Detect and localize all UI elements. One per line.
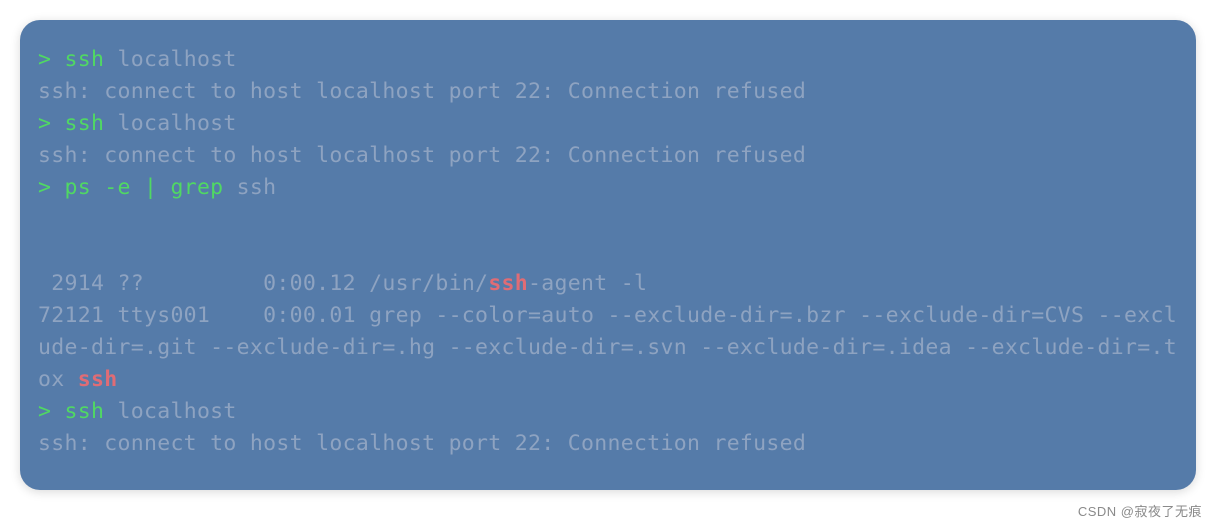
cmd-arg: localhost xyxy=(104,399,236,424)
grep-match: ssh xyxy=(78,367,118,392)
cmd-arg: localhost xyxy=(104,111,236,136)
cmd-arg: localhost xyxy=(104,47,236,72)
cmd-green: ssh xyxy=(65,47,105,72)
stdout-line: ssh: connect to host localhost port 22: … xyxy=(38,431,806,456)
cmd-arg: ssh xyxy=(223,175,276,200)
stdout-line: ssh: connect to host localhost port 22: … xyxy=(38,79,806,104)
cmd-green: ssh xyxy=(65,111,105,136)
watermark-text: CSDN @寂夜了无痕 xyxy=(1078,501,1202,520)
terminal-window[interactable]: > ssh localhost ssh: connect to host loc… xyxy=(20,20,1196,490)
prompt: > xyxy=(38,47,51,72)
prompt: > xyxy=(38,175,51,200)
ps-line-post: -agent -l xyxy=(528,271,647,296)
cmd-green: ps -e | grep xyxy=(65,175,224,200)
ps-line-wrap: 72121 ttys001 0:00.01 grep --color=auto … xyxy=(38,303,1177,392)
prompt: > xyxy=(38,399,51,424)
grep-match: ssh xyxy=(488,271,528,296)
cmd-green: ssh xyxy=(65,399,105,424)
terminal-output: > ssh localhost ssh: connect to host loc… xyxy=(38,44,1178,460)
stdout-line: ssh: connect to host localhost port 22: … xyxy=(38,143,806,168)
ps-line-pre: 2914 ?? 0:00.12 /usr/bin/ xyxy=(38,271,488,296)
prompt: > xyxy=(38,111,51,136)
